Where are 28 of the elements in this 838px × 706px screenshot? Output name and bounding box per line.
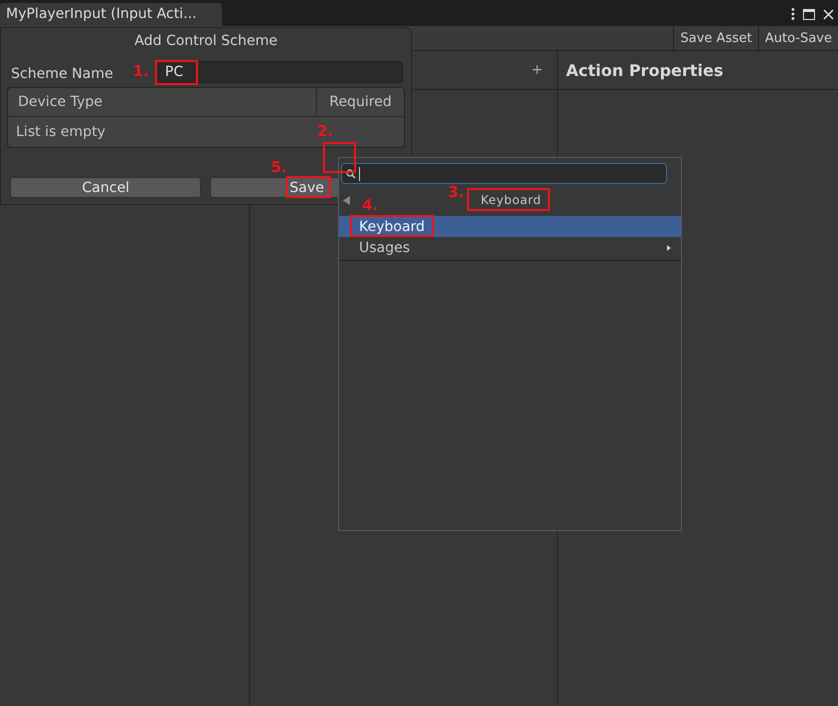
search-field[interactable] [341, 163, 667, 184]
submenu-arrow-icon [667, 244, 671, 250]
popup-header: Keyboard [480, 193, 542, 207]
back-arrow-icon[interactable] [343, 196, 350, 205]
more-icon[interactable] [791, 8, 795, 20]
step-number: 3. [448, 183, 464, 201]
window-tab[interactable]: MyPlayerInput (Input Acti... [0, 3, 222, 26]
dialog-title: Add Control Scheme [134, 33, 278, 51]
step-number: 2. [317, 122, 334, 140]
highlight-frame [155, 60, 198, 85]
field-label: Scheme Name [11, 66, 114, 82]
menu-item[interactable]: Keyboard [339, 216, 681, 237]
step-number: 4. [362, 196, 378, 214]
step-number: 1. [133, 62, 150, 80]
dialog-button[interactable]: Cancel [10, 177, 202, 198]
scheme-name-field[interactable]: PC [156, 61, 403, 83]
pane-title: Action Properties [566, 60, 724, 80]
step-number: 5. [271, 158, 288, 176]
highlight-frame [286, 176, 331, 198]
search-icon [346, 168, 356, 178]
column-header: Device Type [8, 88, 317, 116]
add-button[interactable]: + [531, 62, 543, 78]
empty-message: List is empty [16, 124, 106, 140]
highlight-frame [323, 142, 356, 173]
column-header: Required [328, 94, 393, 110]
close-icon[interactable] [823, 8, 834, 20]
menu-item[interactable]: Usages [339, 237, 681, 258]
maximize-icon[interactable] [803, 8, 815, 20]
